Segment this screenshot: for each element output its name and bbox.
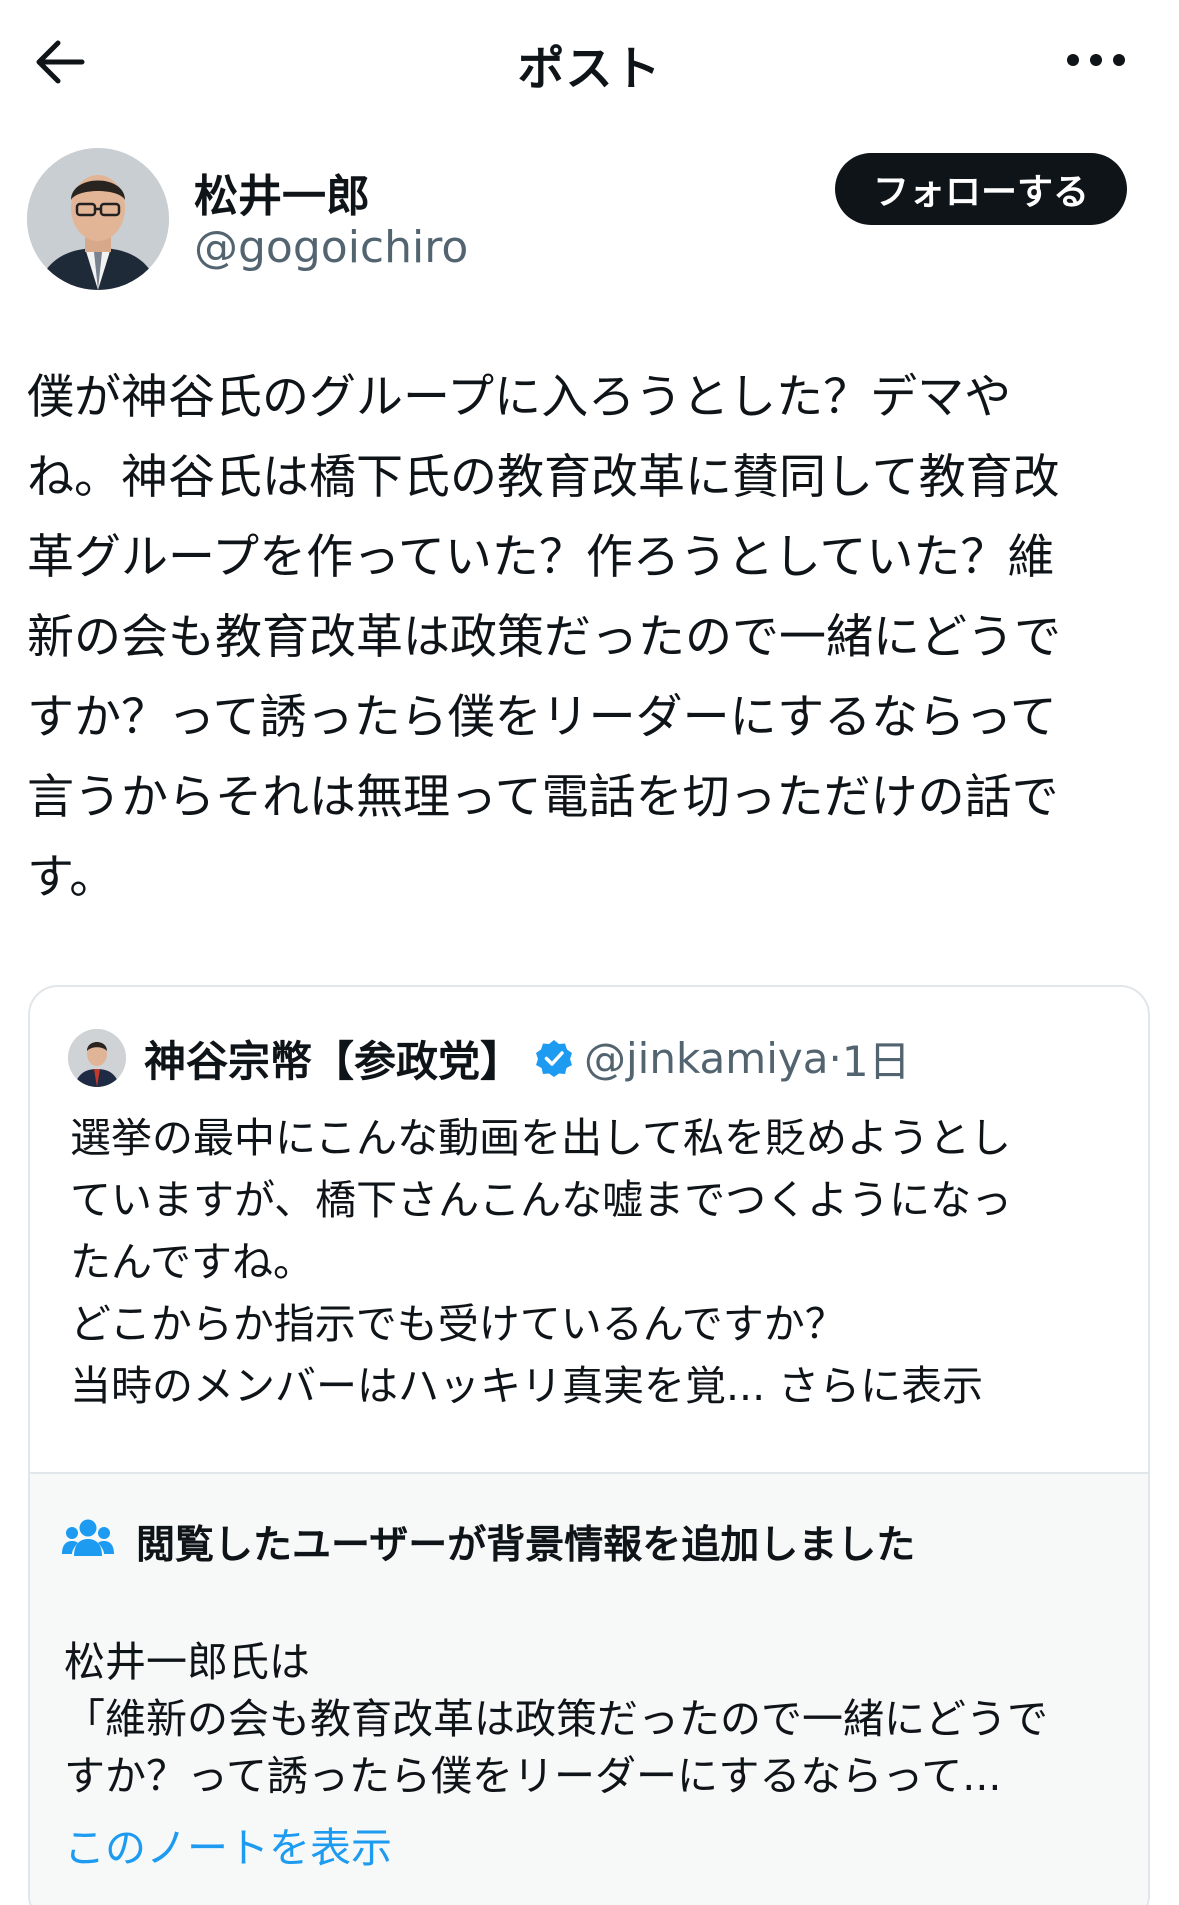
quoted-post-text: 選挙の最中にこんな動画を出して私を貶めようとし ていますが、橋下さんこんな嘘まで… <box>70 1107 1130 1417</box>
quoted-post-card[interactable]: 神谷宗幣【参政党】 @jinkamiya · 1日 選挙の最中にこんな動画を出し… <box>28 985 1150 1905</box>
author-avatar[interactable] <box>27 148 169 290</box>
quoted-author-handle[interactable]: @jinkamiya <box>584 1034 828 1083</box>
note-text: 松井一郎氏は 「維新の会も教育改革は政策だったので一緒にどうで すか？って誘った… <box>64 1638 1048 1800</box>
post-detail-screen: ポスト 松井一郎 @gogoichiro フォローする 僕が神谷氏のグループに入… <box>0 0 1179 1905</box>
quoted-post-meta: 神谷宗幣【参政党】 @jinkamiya · 1日 <box>144 1027 911 1089</box>
follow-button[interactable]: フォローする <box>835 153 1127 225</box>
top-bar: ポスト <box>0 0 1179 125</box>
quoted-author-avatar[interactable] <box>68 1029 126 1087</box>
view-note-link[interactable]: このノートを表示 <box>64 1814 392 1874</box>
author-handle[interactable]: @gogoichiro <box>194 222 468 273</box>
quoted-avatar-image <box>68 1029 126 1087</box>
quoted-post-time[interactable]: 1日 <box>842 1028 911 1089</box>
post-body-text: 僕が神谷氏のグループに入ろうとした？デマや ね。神谷氏は橋下氏の教育改革に賛同し… <box>27 370 1061 905</box>
community-note[interactable]: 閲覧したユーザーが背景情報を追加しました 松井一郎氏は 「維新の会も教育改革は政… <box>30 1472 1148 1905</box>
more-horizontal-icon <box>1067 54 1125 66</box>
quoted-author-name[interactable]: 神谷宗幣【参政党】 <box>144 1028 522 1089</box>
verified-badge-icon <box>534 1038 574 1078</box>
note-heading: 閲覧したユーザーが背景情報を追加しました <box>136 1523 916 1568</box>
users-icon <box>62 1519 114 1556</box>
author-name[interactable]: 松井一郎 <box>194 160 370 224</box>
meta-separator: · <box>828 1033 842 1083</box>
author-avatar-image <box>27 148 169 290</box>
more-options-button[interactable] <box>1061 40 1131 80</box>
show-more-link[interactable]: さらに表示 <box>778 1362 983 1410</box>
page-title: ポスト <box>517 42 662 97</box>
